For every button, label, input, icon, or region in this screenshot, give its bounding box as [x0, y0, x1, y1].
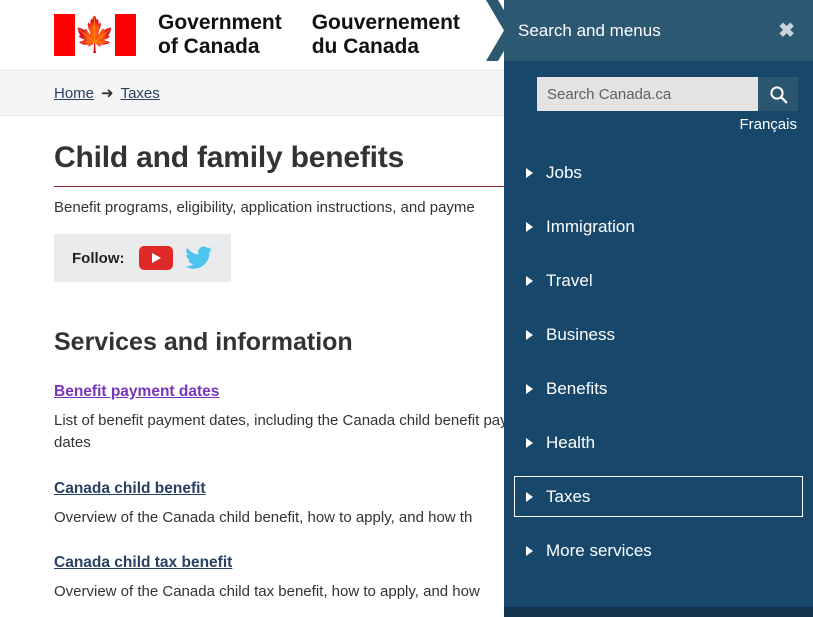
menu-item-jobs[interactable]: Jobs — [514, 152, 803, 193]
flag-band-left — [54, 14, 75, 56]
chevron-right-icon — [526, 437, 533, 448]
search-input[interactable] — [537, 77, 758, 111]
menu-item-label: More services — [546, 540, 652, 560]
language-toggle-row: Français — [504, 116, 813, 134]
chevron-right-icon — [526, 275, 533, 286]
menu-item-label: Jobs — [546, 162, 582, 182]
menu-item-label: Travel — [546, 270, 593, 290]
close-icon[interactable]: ✖ — [774, 19, 799, 43]
chevron-right-icon — [526, 167, 533, 178]
follow-label: Follow: — [72, 249, 125, 267]
menu-item-benefits[interactable]: Benefits — [514, 368, 803, 409]
menu-item-label: Health — [546, 432, 596, 452]
maple-leaf-icon: 🍁 — [73, 16, 117, 54]
canada-flag-icon: 🍁 — [54, 14, 136, 56]
service-link-benefit-payment-dates[interactable]: Benefit payment dates — [54, 383, 219, 400]
chevron-right-icon — [526, 221, 533, 232]
youtube-icon[interactable] — [138, 246, 173, 270]
twitter-icon[interactable] — [184, 246, 213, 270]
panel-menu-list: Jobs Immigration Travel Business Benefit… — [504, 152, 813, 571]
breadcrumb-item-taxes[interactable]: Taxes — [121, 85, 160, 102]
menu-item-business[interactable]: Business — [514, 314, 803, 355]
flag-band-right — [115, 14, 136, 56]
service-desc: Overview of the Canada child tax benefit… — [54, 583, 480, 601]
follow-box: Follow: — [54, 234, 231, 282]
wordmark-french: Gouvernement du Canada — [311, 10, 460, 58]
menu-item-label: Taxes — [546, 486, 591, 506]
chevron-right-icon — [526, 545, 533, 556]
service-link-canada-child-tax-benefit[interactable]: Canada child tax benefit — [54, 554, 232, 571]
menu-item-travel[interactable]: Travel — [514, 260, 803, 301]
menu-item-taxes[interactable]: Taxes — [514, 476, 803, 517]
menu-item-label: Business — [546, 324, 615, 344]
search-and-menus-panel: Search and menus ✖ Français Jobs Immigr — [486, 0, 813, 617]
wordmark-english: Government of Canada — [158, 10, 282, 58]
search-row — [537, 77, 798, 111]
panel-footer-strip — [504, 607, 813, 617]
service-desc: List of benefit payment dates, including… — [54, 412, 541, 451]
panel-body: Français Jobs Immigration Travel Busines… — [504, 61, 813, 607]
panel-title: Search and menus — [518, 20, 661, 40]
menu-item-label: Immigration — [546, 216, 635, 236]
search-button[interactable] — [758, 77, 798, 111]
panel-header: Search and menus ✖ — [504, 0, 813, 61]
play-triangle-icon — [152, 253, 161, 263]
menu-item-health[interactable]: Health — [514, 422, 803, 463]
chevron-right-icon — [526, 491, 533, 502]
menu-item-label: Benefits — [546, 378, 608, 398]
service-desc: Overview of the Canada child benefit, ho… — [54, 508, 473, 526]
menu-item-immigration[interactable]: Immigration — [514, 206, 803, 247]
chevron-right-icon — [526, 383, 533, 394]
menu-item-more-services[interactable]: More services — [514, 530, 803, 571]
breadcrumb-separator-icon: ➜ — [101, 85, 114, 102]
search-icon — [769, 85, 787, 103]
language-toggle-link[interactable]: Français — [739, 116, 797, 133]
breadcrumb-item-home[interactable]: Home — [54, 85, 94, 102]
chevron-right-icon — [526, 329, 533, 340]
wordmark: Government of Canada Gouvernement du Can… — [158, 11, 460, 59]
service-link-canada-child-benefit[interactable]: Canada child benefit — [54, 480, 206, 497]
